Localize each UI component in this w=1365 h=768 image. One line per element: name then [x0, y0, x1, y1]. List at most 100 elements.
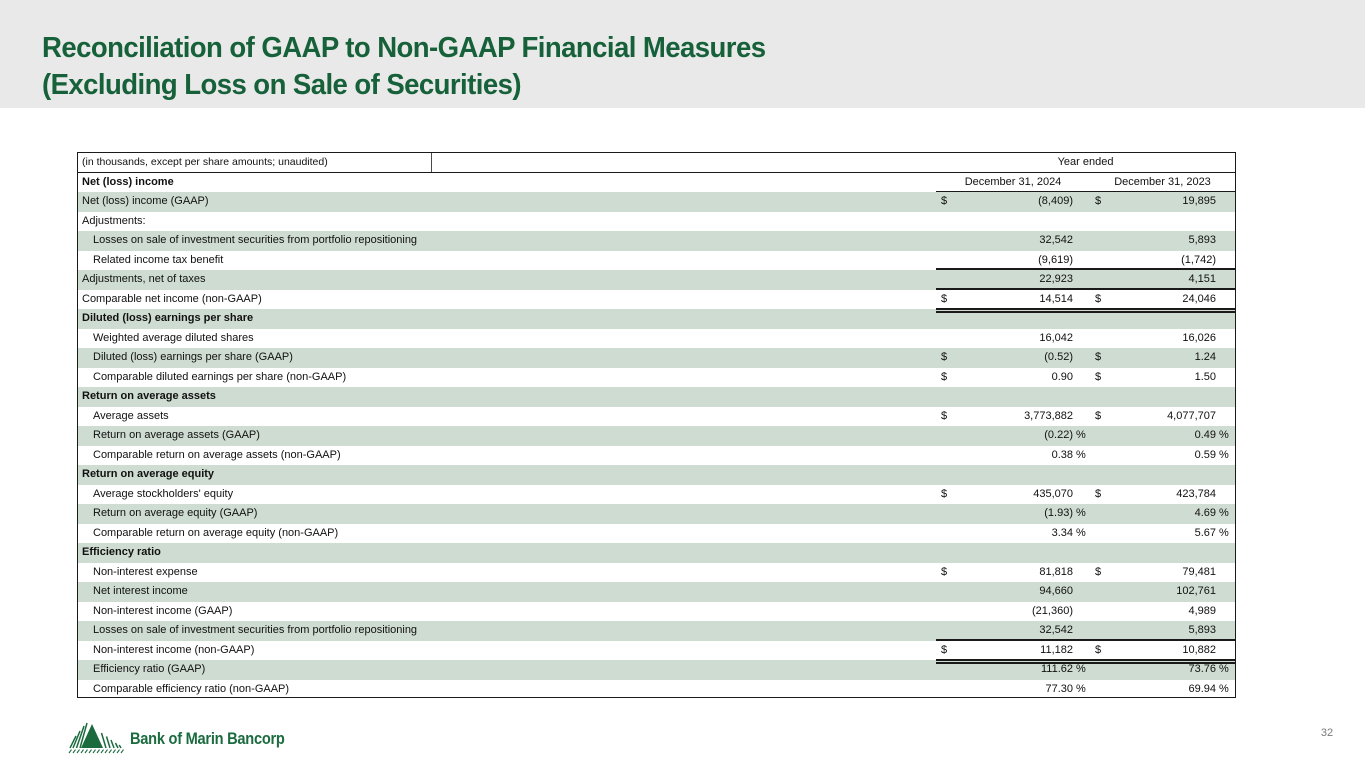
row-label: Adjustments: [78, 216, 936, 227]
row-values: 3.34%5.67% [936, 524, 1235, 544]
table-row: Return on average assets (GAAP)(0.22)%0.… [78, 426, 1235, 446]
dollar-sign-2024: $ [936, 567, 958, 578]
column-header-2023: December 31, 2023 [1090, 177, 1235, 188]
row-values: $(8,409)$19,895 [936, 192, 1235, 212]
dollar-sign-2023: $ [1090, 411, 1112, 422]
table-row: Losses on sale of investment securities … [78, 621, 1235, 641]
table-row: Diluted (loss) earnings per share (GAAP)… [78, 348, 1235, 368]
value-2024: 32,542 [958, 235, 1073, 246]
row-label: Efficiency ratio [78, 547, 936, 558]
table-row: Non-interest expense$81,818$79,481 [78, 563, 1235, 583]
table-note: (in thousands, except per share amounts;… [78, 153, 432, 172]
row-values [936, 543, 1235, 563]
value-2023: 0.59 [1112, 450, 1216, 461]
row-label: Net interest income [78, 586, 936, 597]
row-values [936, 212, 1235, 232]
row-label: Comparable return on average assets (non… [78, 450, 936, 461]
value-2023: 4,077,707 [1112, 411, 1216, 422]
table-row: Average assets$3,773,882$4,077,707 [78, 407, 1235, 427]
value-2024: (0.52) [958, 352, 1073, 363]
value-2023: 79,481 [1112, 567, 1216, 578]
value-2023: 4.69 [1112, 508, 1216, 519]
value-2024: (21,360) [958, 606, 1073, 617]
value-2024: (9,619) [958, 255, 1073, 266]
row-values: $0.90$1.50 [936, 368, 1235, 388]
value-2024: 16,042 [958, 333, 1073, 344]
row-values: (21,360) 4,989 [936, 602, 1235, 622]
row-label: Losses on sale of investment securities … [78, 625, 936, 636]
percent-sign-2024: % [1073, 684, 1090, 695]
value-2024: 0.38 [958, 450, 1073, 461]
value-2023: 4,989 [1112, 606, 1216, 617]
row-label: Weighted average diluted shares [78, 333, 936, 344]
value-2024: (8,409) [958, 196, 1073, 207]
value-2023: 69.94 [1112, 684, 1216, 695]
value-2024: 11,182 [958, 645, 1073, 656]
row-values: 77.30%69.94% [936, 680, 1235, 700]
row-label: Diluted (loss) earnings per share [78, 313, 936, 324]
value-2024: 77.30 [958, 684, 1073, 695]
table-row: Average stockholders' equity$435,070$423… [78, 485, 1235, 505]
table-note-row: (in thousands, except per share amounts;… [78, 153, 1235, 173]
row-values: $435,070$423,784 [936, 485, 1235, 505]
percent-sign-2023: % [1216, 684, 1235, 695]
value-2023: 5,893 [1112, 235, 1216, 246]
row-label: Comparable return on average equity (non… [78, 528, 936, 539]
row-values: 22,9234,151 [936, 270, 1235, 290]
row-values: 0.38%0.59% [936, 446, 1235, 466]
row-values: 32,5425,893 [936, 621, 1235, 641]
footer-logo: Bank of Marin Bancorp [66, 720, 310, 758]
row-label: Related income tax benefit [78, 255, 936, 266]
dollar-sign-2023: $ [1090, 372, 1112, 383]
table-row: Weighted average diluted shares16,04216,… [78, 329, 1235, 349]
row-values [936, 465, 1235, 485]
table-row: Comparable return on average equity (non… [78, 524, 1235, 544]
dollar-sign-2024: $ [936, 196, 958, 207]
footer-logo-text: Bank of Marin Bancorp [130, 729, 285, 749]
value-2024: 3,773,882 [958, 411, 1073, 422]
row-label: Diluted (loss) earnings per share (GAAP) [78, 352, 936, 363]
value-2024: 14,514 [958, 294, 1073, 305]
value-2023: 102,761 [1112, 586, 1216, 597]
table-column-header-row: Net (loss) income December 31, 2024 Dece… [78, 173, 1235, 192]
table-row: Net (loss) income (GAAP)$(8,409)$19,895 [78, 192, 1235, 212]
row-values: $(0.52)$1.24 [936, 348, 1235, 368]
table-row: Return on average assets [78, 387, 1235, 407]
percent-sign-2024: % [1073, 450, 1090, 461]
value-2024: 81,818 [958, 567, 1073, 578]
percent-sign-2023: % [1216, 450, 1235, 461]
value-2023: (1,742) [1112, 255, 1216, 266]
table-row: Non-interest income (GAAP) (21,360) 4,989 [78, 602, 1235, 622]
percent-sign-2023: % [1216, 664, 1235, 675]
value-2024: 22,923 [958, 274, 1073, 285]
bank-of-marin-mountain-icon [66, 720, 126, 758]
column-header-2024: December 31, 2024 [936, 177, 1090, 188]
row-label: Losses on sale of investment securities … [78, 235, 936, 246]
row-label: Return on average equity [78, 469, 936, 480]
row-label: Average assets [78, 411, 936, 422]
percent-sign-2024: % [1073, 430, 1090, 441]
dollar-sign-2023: $ [1090, 489, 1112, 500]
dollar-sign-2024: $ [936, 411, 958, 422]
percent-sign-2024: % [1073, 664, 1090, 675]
table-row: Non-interest income (non-GAAP)$11,182$10… [78, 641, 1235, 661]
row-values: (9,619) (1,742) [936, 251, 1235, 271]
row-values: $14,514$24,046 [936, 290, 1235, 310]
table-row: Comparable return on average assets (non… [78, 446, 1235, 466]
row-label: Return on average assets (GAAP) [78, 430, 936, 441]
table-row: Comparable efficiency ratio (non-GAAP)77… [78, 680, 1235, 700]
row-values: (1.93)%4.69% [936, 504, 1235, 524]
value-2024: 32,542 [958, 625, 1073, 636]
row-label: Non-interest income (GAAP) [78, 606, 936, 617]
row-values [936, 387, 1235, 407]
row-values: $81,818$79,481 [936, 563, 1235, 583]
dollar-sign-2023: $ [1090, 645, 1112, 656]
dollar-sign-2023: $ [1090, 567, 1112, 578]
table-row: Return on average equity [78, 465, 1235, 485]
percent-sign-2023: % [1216, 508, 1235, 519]
slide-title-line1: Reconciliation of GAAP to Non-GAAP Finan… [42, 30, 765, 67]
table-body: Net (loss) income (GAAP)$(8,409)$19,895 A… [78, 192, 1235, 699]
row-values: 94,660102,761 [936, 582, 1235, 602]
table-row: Losses on sale of investment securities … [78, 231, 1235, 251]
row-label: Comparable diluted earnings per share (n… [78, 372, 936, 383]
